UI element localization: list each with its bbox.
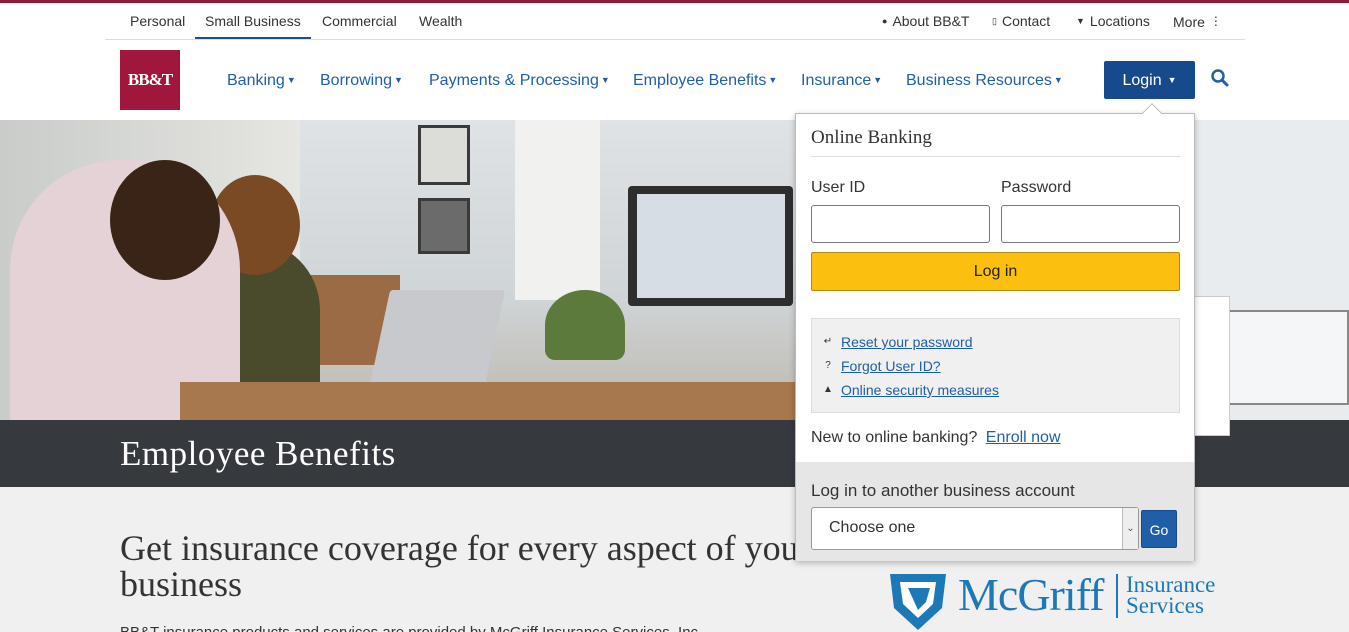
key-icon: ↵ <box>823 336 833 347</box>
contact-label: Contact <box>1001 13 1051 29</box>
segment-commercial[interactable]: Commercial <box>312 3 407 39</box>
caret-down-icon: ▼ <box>1053 75 1063 85</box>
question-icon: ? <box>825 360 831 371</box>
popup-divider <box>811 156 1180 157</box>
new-text: New to online banking? <box>811 429 978 446</box>
background-panel <box>1190 296 1230 436</box>
nav-label: Business Resources <box>906 72 1052 89</box>
other-account-title: Log in to another business account <box>811 481 1075 500</box>
segment-small-business[interactable]: Small Business <box>195 3 311 39</box>
caret-down-icon: ▼ <box>873 75 883 85</box>
segment-personal[interactable]: Personal <box>120 3 195 39</box>
locations-label: Locations <box>1089 13 1150 29</box>
nav-label: Borrowing <box>320 72 393 89</box>
caret-down-icon: ▼ <box>600 75 610 85</box>
help-links-box: ↵ Reset your password ? Forgot User ID? … <box>811 318 1180 413</box>
shield-icon: ▲ <box>823 384 833 395</box>
mcgriff-shield-icon <box>890 574 946 630</box>
password-input[interactable] <box>1001 205 1180 243</box>
log-in-button[interactable]: Log in <box>811 252 1180 291</box>
mcgriff-tagline-1: Insurance <box>1126 572 1216 597</box>
mcgriff-divider <box>1116 574 1118 618</box>
bbt-logo[interactable]: BB&T <box>120 50 180 110</box>
new-to-online-banking: New to online banking? Enroll now <box>811 429 1061 447</box>
utility-bar: Personal Small Business Commercial Wealt… <box>105 3 1245 40</box>
account-select-value: Choose one <box>829 519 916 536</box>
nav-payments-processing[interactable]: Payments & Processing ▼ <box>429 68 610 92</box>
other-account-section: Log in to another business account Choos… <box>796 462 1194 561</box>
search-icon[interactable] <box>1210 68 1230 88</box>
chevron-down-icon[interactable]: ⌄ <box>1122 508 1138 549</box>
about-label: About BB&T <box>892 13 970 29</box>
user-id-label: User ID <box>811 179 866 196</box>
more-link[interactable]: More ⋮ <box>1173 3 1222 39</box>
nav-label: Banking <box>227 72 285 89</box>
popup-title: Online Banking <box>811 127 932 148</box>
caret-down-icon: ▼ <box>286 75 296 85</box>
enroll-now-link[interactable]: Enroll now <box>986 429 1061 446</box>
caret-down-icon: ▼ <box>1167 75 1177 85</box>
forgot-user-id-link[interactable]: Forgot User ID? <box>841 358 941 374</box>
login-button-label: Login <box>1122 72 1162 89</box>
nav-insurance[interactable]: Insurance ▼ <box>801 68 882 92</box>
section-headline: Get insurance coverage for every aspect … <box>120 528 811 604</box>
caret-down-icon: ▼ <box>768 75 778 85</box>
phone-icon: ▯ <box>992 16 997 26</box>
user-id-input[interactable] <box>811 205 990 243</box>
security-measures-link[interactable]: Online security measures <box>841 382 999 398</box>
popup-arrow <box>1142 103 1162 123</box>
contact-link[interactable]: ▯ Contact <box>992 3 1050 39</box>
go-button[interactable]: Go <box>1141 510 1177 548</box>
locations-link[interactable]: ▼ Locations <box>1076 3 1150 39</box>
nav-label: Employee Benefits <box>633 72 767 89</box>
online-banking-popup: Online Banking User ID Password Log in ↵… <box>795 103 1195 561</box>
about-link[interactable]: ● About BB&T <box>882 3 969 39</box>
account-select[interactable]: Choose one ⌄ <box>811 507 1139 550</box>
nav-label: Insurance <box>801 72 872 89</box>
mcgriff-tagline: Insurance Services <box>1126 572 1216 618</box>
nav-label: Payments & Processing <box>429 72 599 89</box>
more-label: More <box>1173 14 1205 30</box>
nav-borrowing[interactable]: Borrowing ▼ <box>320 68 403 92</box>
nav-employee-benefits[interactable]: Employee Benefits ▼ <box>633 68 777 92</box>
segment-wealth[interactable]: Wealth <box>409 3 472 39</box>
login-button[interactable]: Login ▼ <box>1104 61 1195 99</box>
person-icon: ● <box>882 16 888 26</box>
mcgriff-logo: McGriff Insurance Services <box>886 566 1231 632</box>
nav-banking[interactable]: Banking ▼ <box>227 68 296 92</box>
section-body-text: BB&T insurance products and services are… <box>120 624 800 632</box>
mcgriff-name: McGriff <box>958 569 1104 620</box>
caret-down-icon: ▼ <box>394 75 403 85</box>
mcgriff-tagline-2: Services <box>1126 593 1204 618</box>
reset-password-link[interactable]: Reset your password <box>841 334 973 350</box>
password-label: Password <box>1001 179 1072 196</box>
map-pin-icon: ▼ <box>1076 16 1085 26</box>
nav-business-resources[interactable]: Business Resources ▼ <box>906 68 1063 92</box>
page-title: Employee Benefits <box>120 434 396 473</box>
more-vertical-icon: ⋮ <box>1209 14 1222 28</box>
